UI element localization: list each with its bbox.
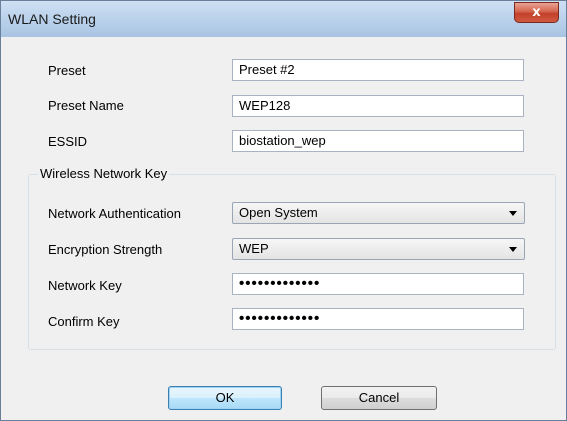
- ok-button[interactable]: OK: [168, 386, 282, 410]
- network-authentication-select[interactable]: Open System: [232, 202, 525, 224]
- essid-label: ESSID: [48, 134, 88, 149]
- dropdown-arrow-icon: [509, 247, 517, 252]
- network-authentication-value: Open System: [239, 205, 318, 220]
- preset-name-field[interactable]: WEP128: [232, 95, 524, 117]
- preset-label: Preset: [48, 63, 86, 78]
- network-key-label: Network Key: [48, 278, 122, 293]
- wireless-network-key-legend: Wireless Network Key: [38, 166, 170, 181]
- encryption-strength-label: Encryption Strength: [48, 242, 163, 257]
- cancel-button[interactable]: Cancel: [321, 386, 437, 410]
- preset-name-label: Preset Name: [48, 98, 124, 113]
- network-key-field[interactable]: •••••••••••••: [232, 273, 524, 295]
- window-title: WLAN Setting: [8, 11, 96, 27]
- close-icon: x: [532, 5, 541, 20]
- encryption-strength-value: WEP: [239, 241, 269, 256]
- network-authentication-label: Network Authentication: [48, 206, 181, 221]
- essid-field[interactable]: biostation_wep: [232, 130, 524, 152]
- confirm-key-label: Confirm Key: [48, 314, 120, 329]
- close-button[interactable]: x: [514, 2, 559, 23]
- preset-field[interactable]: Preset #2: [232, 59, 524, 81]
- encryption-strength-select[interactable]: WEP: [232, 238, 525, 260]
- dropdown-arrow-icon: [509, 211, 517, 216]
- wlan-setting-dialog: WLAN Setting x Preset Preset #2 Preset N…: [0, 0, 567, 421]
- title-bar[interactable]: WLAN Setting x: [1, 1, 566, 37]
- confirm-key-field[interactable]: •••••••••••••: [232, 308, 524, 330]
